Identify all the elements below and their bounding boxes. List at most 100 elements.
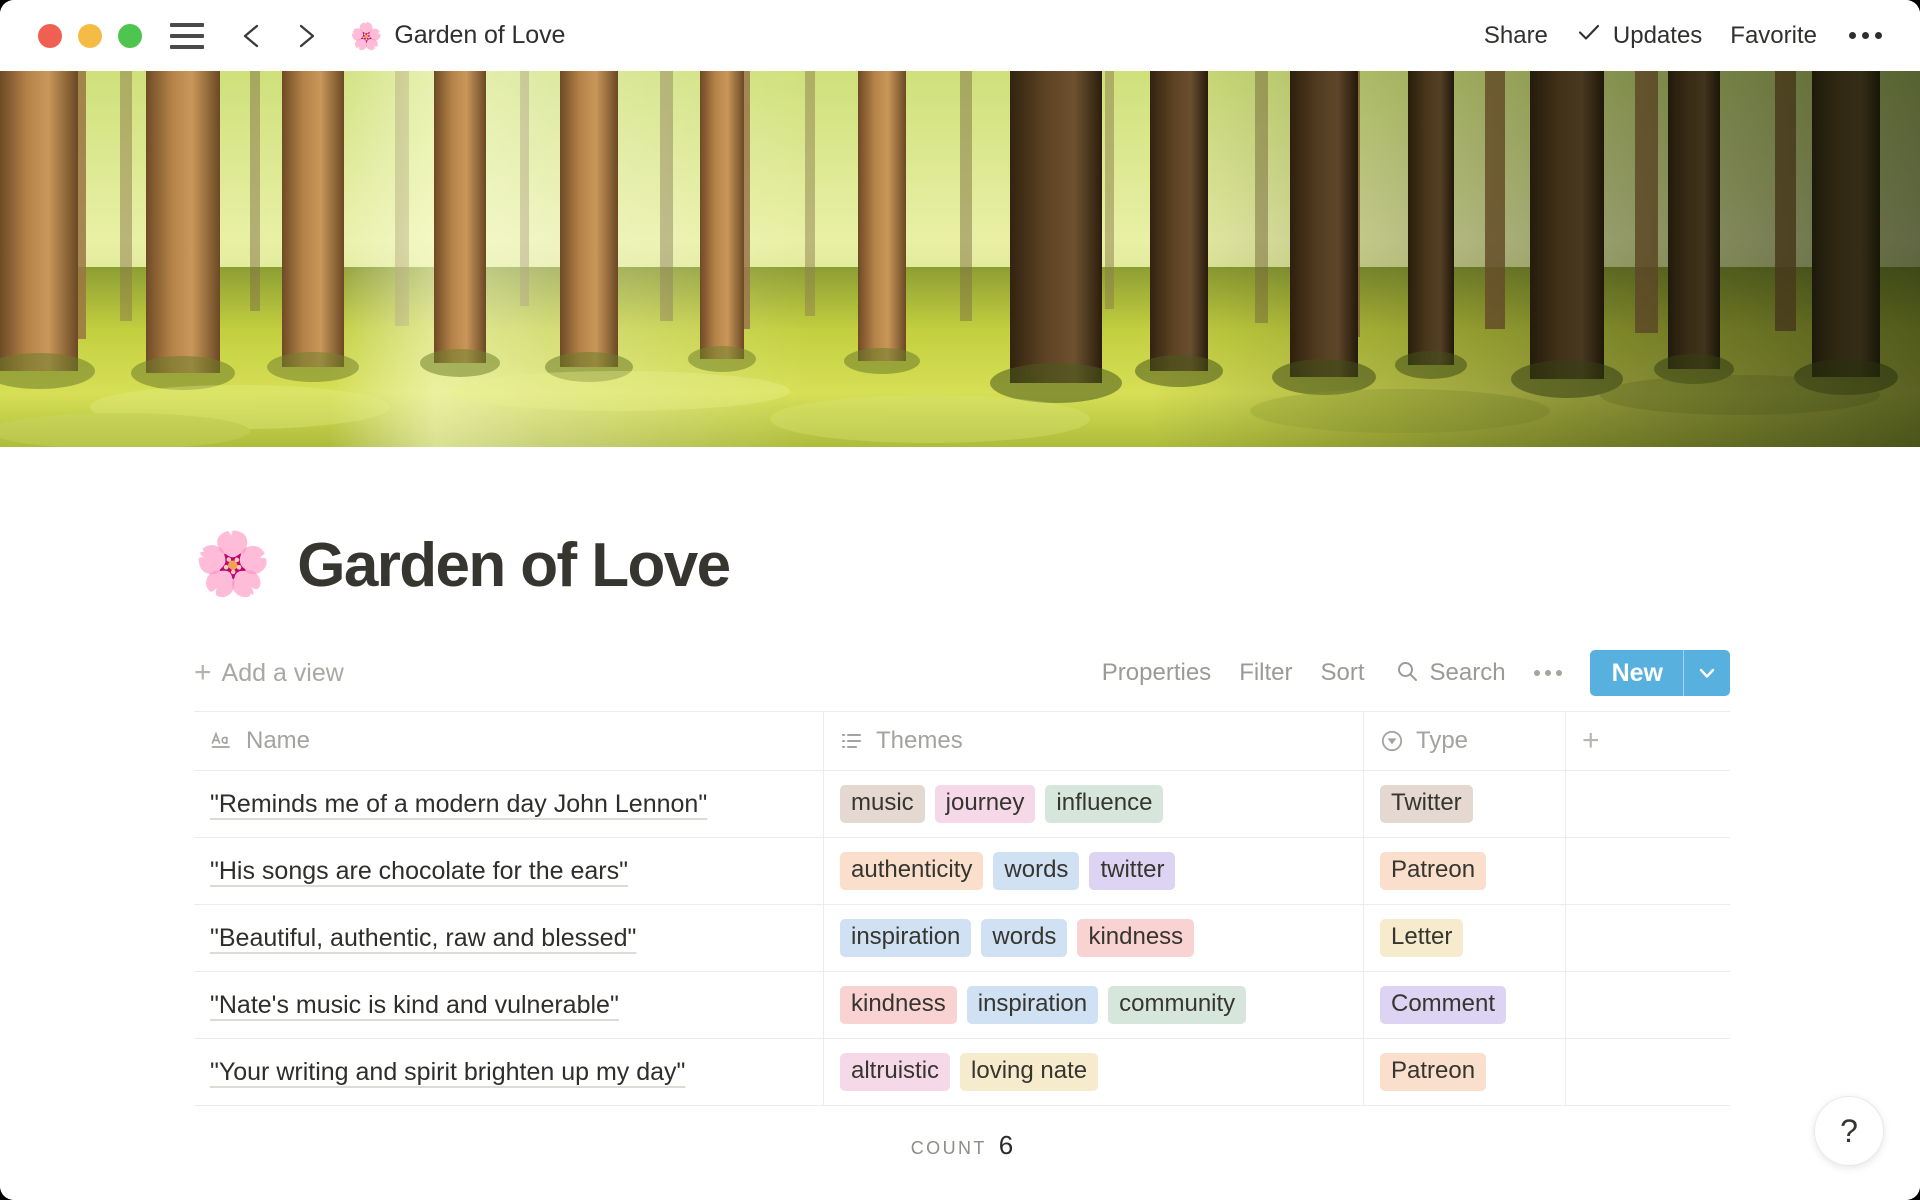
- database-table: Name Themes: [194, 711, 1730, 1106]
- column-header-name-label: Name: [246, 727, 310, 755]
- forest-cover-illustration: [0, 71, 1920, 447]
- cell-themes[interactable]: altruistic loving nate: [824, 1039, 1364, 1105]
- record-title-link[interactable]: "Your writing and spirit brighten up my …: [210, 1058, 685, 1087]
- search-label: Search: [1430, 659, 1506, 687]
- hamburger-icon[interactable]: [170, 23, 204, 49]
- column-header-themes[interactable]: Themes: [824, 712, 1364, 770]
- title-text-icon: [210, 729, 234, 753]
- theme-tag[interactable]: kindness: [1077, 919, 1194, 956]
- cell-type[interactable]: Comment: [1364, 972, 1566, 1038]
- cell-name[interactable]: "Your writing and spirit brighten up my …: [194, 1039, 824, 1105]
- cell-name[interactable]: "Nate's music is kind and vulnerable": [194, 972, 824, 1038]
- theme-tag[interactable]: community: [1108, 986, 1246, 1023]
- nav-arrows: [236, 20, 322, 52]
- column-header-name[interactable]: Name: [194, 712, 824, 770]
- table-row[interactable]: "Your writing and spirit brighten up my …: [194, 1039, 1730, 1106]
- close-window-button[interactable]: [38, 24, 62, 48]
- cell-empty: [1566, 771, 1730, 837]
- cell-themes[interactable]: authenticity words twitter: [824, 838, 1364, 904]
- cover-image[interactable]: [0, 71, 1920, 447]
- table-footer-count[interactable]: COUNT 6: [0, 1130, 1730, 1161]
- type-tag[interactable]: Twitter: [1380, 785, 1473, 822]
- cell-themes[interactable]: music journeyinfluence: [824, 771, 1364, 837]
- title-bar: 🌸 Garden of Love Share Updates Favorite: [0, 0, 1920, 71]
- type-tag[interactable]: Letter: [1380, 919, 1463, 956]
- ellipsis-icon[interactable]: [1831, 26, 1894, 45]
- theme-tag[interactable]: words: [981, 919, 1067, 956]
- cell-type[interactable]: Patreon: [1364, 838, 1566, 904]
- help-button[interactable]: ?: [1814, 1096, 1884, 1166]
- database-view-toolbar: + Add a view Properties Filter Sort: [194, 649, 1730, 697]
- table-row[interactable]: "His songs are chocolate for the ears" au…: [194, 838, 1730, 905]
- view-toolbar-actions: Properties Filter Sort Search: [1088, 650, 1730, 696]
- theme-tag[interactable]: authenticity: [840, 852, 983, 889]
- minimize-window-button[interactable]: [78, 24, 102, 48]
- favorite-button[interactable]: Favorite: [1716, 16, 1831, 56]
- theme-tag-list: kindness inspiration community: [840, 986, 1246, 1023]
- table-row[interactable]: "Reminds me of a modern day John Lennon"…: [194, 771, 1730, 838]
- cell-type[interactable]: Letter: [1364, 905, 1566, 971]
- window-controls: [38, 24, 142, 48]
- theme-tag[interactable]: kindness: [840, 986, 957, 1023]
- count-value: 6: [999, 1130, 1013, 1161]
- cherry-blossom-icon[interactable]: 🌸: [194, 534, 271, 596]
- new-button[interactable]: New: [1590, 650, 1683, 696]
- arrow-left-icon[interactable]: [236, 20, 268, 52]
- cell-empty: [1566, 838, 1730, 904]
- cell-name[interactable]: "Beautiful, authentic, raw and blessed": [194, 905, 824, 971]
- cell-themes[interactable]: kindness inspiration community: [824, 972, 1364, 1038]
- record-title-link[interactable]: "Reminds me of a modern day John Lennon": [210, 790, 707, 819]
- add-view-label: Add a view: [222, 659, 344, 688]
- theme-tag[interactable]: inspiration: [840, 919, 971, 956]
- theme-tag[interactable]: altruistic: [840, 1053, 950, 1090]
- updates-button[interactable]: Updates: [1562, 13, 1716, 58]
- search-icon: [1395, 659, 1419, 688]
- document-breadcrumb[interactable]: 🌸 Garden of Love: [350, 21, 565, 50]
- search-button[interactable]: Search: [1379, 654, 1520, 693]
- cell-name[interactable]: "His songs are chocolate for the ears": [194, 838, 824, 904]
- page-title-text[interactable]: Garden of Love: [297, 530, 729, 601]
- share-button[interactable]: Share: [1470, 16, 1562, 56]
- page-title: 🌸 Garden of Love: [194, 525, 1730, 605]
- cell-type[interactable]: Patreon: [1364, 1039, 1566, 1105]
- type-tag[interactable]: Comment: [1380, 986, 1506, 1023]
- multi-select-icon: [840, 729, 864, 753]
- view-more-ellipsis-icon[interactable]: [1520, 665, 1576, 681]
- theme-tag[interactable]: journey: [935, 785, 1036, 822]
- theme-tag[interactable]: twitter: [1089, 852, 1175, 889]
- theme-tag[interactable]: influence: [1045, 785, 1163, 822]
- table-row[interactable]: "Beautiful, authentic, raw and blessed" i…: [194, 905, 1730, 972]
- properties-button[interactable]: Properties: [1088, 654, 1225, 692]
- record-title-link[interactable]: "Nate's music is kind and vulnerable": [210, 991, 619, 1020]
- theme-tag[interactable]: inspiration: [967, 986, 1098, 1023]
- type-tag[interactable]: Patreon: [1380, 1053, 1486, 1090]
- theme-tag-list: altruistic loving nate: [840, 1053, 1098, 1090]
- add-column-button[interactable]: +: [1566, 712, 1730, 770]
- cell-name[interactable]: "Reminds me of a modern day John Lennon": [194, 771, 824, 837]
- cell-empty: [1566, 1039, 1730, 1105]
- add-view-button[interactable]: + Add a view: [194, 658, 344, 688]
- arrow-right-icon[interactable]: [290, 20, 322, 52]
- theme-tag[interactable]: loving nate: [960, 1053, 1098, 1090]
- filter-button[interactable]: Filter: [1225, 654, 1306, 692]
- theme-tag[interactable]: music: [840, 785, 925, 822]
- cell-themes[interactable]: inspiration words kindness: [824, 905, 1364, 971]
- zoom-window-button[interactable]: [118, 24, 142, 48]
- document-title: Garden of Love: [394, 21, 565, 50]
- question-mark-icon: ?: [1840, 1113, 1858, 1150]
- page-content: 🌸 Garden of Love + Add a view Properties…: [194, 447, 1730, 1161]
- column-header-type[interactable]: Type: [1364, 712, 1566, 770]
- plus-icon: +: [194, 658, 212, 688]
- record-title-link[interactable]: "Beautiful, authentic, raw and blessed": [210, 924, 636, 953]
- column-header-type-label: Type: [1416, 727, 1468, 755]
- type-tag[interactable]: Patreon: [1380, 852, 1486, 889]
- theme-tag[interactable]: words: [993, 852, 1079, 889]
- chevron-down-icon[interactable]: [1684, 650, 1730, 696]
- table-row[interactable]: "Nate's music is kind and vulnerable" kin…: [194, 972, 1730, 1039]
- record-title-link[interactable]: "His songs are chocolate for the ears": [210, 857, 628, 886]
- cell-type[interactable]: Twitter: [1364, 771, 1566, 837]
- title-bar-actions: Share Updates Favorite: [1470, 13, 1894, 58]
- sort-button[interactable]: Sort: [1307, 654, 1379, 692]
- new-record-button-group: New: [1590, 650, 1730, 696]
- table-header-row: Name Themes: [194, 712, 1730, 771]
